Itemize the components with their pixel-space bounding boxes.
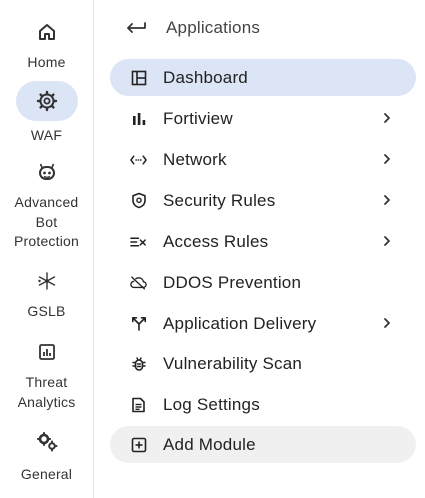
menu-item-log-settings[interactable]: Log Settings [110,386,416,423]
rail-label-general: General [20,466,73,482]
menu-label-log-settings: Log Settings [163,394,260,414]
chevron-right-icon [380,234,394,248]
back-title: Applications [166,18,261,37]
chevron-right-icon [380,152,394,166]
chevron-right-icon [380,316,394,330]
rail-item-advanced-bot-protection[interactable]: Advanced Bot Protection [0,152,93,252]
chevron-right-icon [380,111,394,125]
menu-item-application-delivery[interactable]: Application Delivery [110,305,416,342]
rail-label-advanced-bot-protection: Advanced Bot Protection [13,194,80,249]
nav-rail: Home WAF Advanced Bot Protection GSLB Th… [0,0,94,498]
globe-network-icon [16,261,78,301]
rail-label-threat-analytics: Threat Analytics [17,374,76,410]
cloud-off-icon [130,274,147,291]
rail-item-general[interactable]: General [0,422,93,485]
bar-chart-icon [130,110,147,127]
menu-label-application-delivery: Application Delivery [163,313,317,333]
menu-item-vulnerability-scan[interactable]: Vulnerability Scan [110,345,416,382]
back-button[interactable]: Applications [126,14,260,42]
rail-item-waf[interactable]: WAF [0,81,93,146]
menu-item-network[interactable]: Network [110,141,416,178]
menu-label-add-module: Add Module [163,434,256,454]
gears-icon [16,422,78,462]
network-icon [130,151,147,168]
document-icon [130,396,147,413]
add-box-icon [130,436,147,453]
gear-icon [15,81,78,121]
rail-item-gslb[interactable]: GSLB [0,261,93,322]
shield-icon [130,192,147,209]
menu-item-fortiview[interactable]: Fortiview [110,100,416,137]
menu-label-vulnerability-scan: Vulnerability Scan [163,353,303,373]
menu-label-fortiview: Fortiview [163,108,233,128]
add-module-button[interactable]: Add Module [110,426,416,463]
bot-icon [16,152,78,192]
menu-label-dashboard: Dashboard [163,67,248,87]
access-rules-icon [130,233,147,250]
rail-label-gslb: GSLB [27,303,66,319]
menu-label-access-rules: Access Rules [163,231,269,251]
rail-label-home: Home [27,54,66,70]
delivery-icon [130,315,147,332]
rail-item-threat-analytics[interactable]: Threat Analytics [0,332,93,412]
home-icon [16,12,78,52]
menu-item-access-rules[interactable]: Access Rules [110,223,416,260]
arrow-back-icon [126,21,146,35]
menu-label-network: Network [163,149,227,169]
menu-label-security-rules: Security Rules [163,190,276,210]
dashboard-icon [130,69,147,86]
menu-label-ddos-prevention: DDOS Prevention [163,272,302,292]
menu-item-security-rules[interactable]: Security Rules [110,182,416,219]
rail-label-waf: WAF [30,127,63,143]
menu-item-ddos-prevention[interactable]: DDOS Prevention [110,264,416,301]
menu-item-dashboard[interactable]: Dashboard [110,59,416,96]
chevron-right-icon [380,193,394,207]
bug-icon [130,355,147,372]
rail-item-home[interactable]: Home [0,12,93,73]
analytics-icon [16,332,78,372]
